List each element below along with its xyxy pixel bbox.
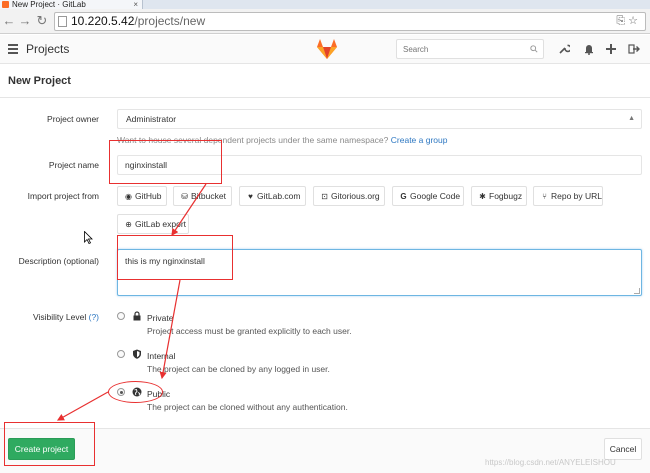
- import-source-label: GitLab.com: [257, 191, 301, 201]
- gitorious-icon: ⊡: [321, 192, 328, 201]
- name-label: Project name: [48, 160, 99, 170]
- page-title: New Project: [8, 75, 71, 87]
- visibility-label-group: Visibility Level (?): [33, 312, 99, 322]
- search-icon[interactable]: [530, 45, 538, 53]
- sign-out-icon[interactable]: [628, 43, 640, 55]
- create-group-link[interactable]: Create a group: [391, 135, 448, 145]
- gitlab-header: Projects: [0, 35, 650, 64]
- import-bitbucket-button[interactable]: ⛁ Bitbucket: [173, 186, 232, 206]
- owner-value: Administrator: [126, 114, 177, 124]
- annotation-box-description: [117, 235, 233, 280]
- plus-icon[interactable]: [605, 43, 617, 55]
- visibility-private-title: Private: [147, 313, 174, 323]
- gitlab-icon: ⊕: [125, 220, 132, 229]
- resize-handle[interactable]: [634, 288, 640, 294]
- import-gitorious-button[interactable]: ⊡ Gitorious.org: [313, 186, 385, 206]
- bitbucket-icon: ⛁: [181, 192, 188, 201]
- import-repo-url-button[interactable]: ⑂ Repo by URL: [533, 186, 603, 206]
- import-source-label: Repo by URL: [551, 191, 603, 201]
- url-path: /projects/new: [134, 14, 206, 28]
- import-source-label: GitHub: [135, 191, 162, 201]
- description-label: Description (optional): [18, 256, 99, 266]
- visibility-help-link[interactable]: (?): [89, 312, 99, 322]
- import-fogbugz-button[interactable]: ✱ Fogbugz: [471, 186, 527, 206]
- import-source-label: Bitbucket: [191, 191, 226, 201]
- bell-icon[interactable]: [583, 43, 595, 55]
- lock-icon: [133, 311, 141, 321]
- import-github-button[interactable]: ◉ GitHub: [117, 186, 167, 206]
- tab-title: New Project · GitLab: [12, 0, 86, 9]
- import-source-label: Google Code: [410, 191, 461, 201]
- visibility-internal-radio[interactable]: [117, 350, 125, 358]
- import-source-label: Fogbugz: [489, 191, 523, 201]
- visibility-private-desc: Project access must be granted explicitl…: [147, 326, 352, 336]
- import-googlecode-button[interactable]: G Google Code: [392, 186, 464, 206]
- divider: [0, 97, 650, 98]
- search-input[interactable]: [396, 39, 544, 59]
- watermark: https://blog.csdn.net/ANYELEISHOU: [485, 458, 616, 467]
- git-icon: ⑂: [542, 192, 547, 201]
- bug-icon: ✱: [479, 192, 486, 201]
- visibility-internal-title: Internal: [147, 351, 176, 361]
- heart-icon: ♥: [248, 192, 253, 201]
- header-title: Projects: [26, 42, 70, 56]
- visibility-public-desc: The project can be cloned without any au…: [147, 402, 348, 412]
- import-source-label: Gitorious.org: [331, 191, 380, 201]
- url-bar-icons[interactable]: ⎘☆: [616, 13, 641, 30]
- gitlab-logo-icon[interactable]: [315, 38, 339, 60]
- browser-tabstrip: New Project · GitLab ×: [0, 0, 650, 9]
- arrow-public-to-create: [56, 391, 109, 421]
- wrench-icon[interactable]: [558, 43, 570, 55]
- page-icon: [58, 16, 67, 27]
- visibility-private-radio[interactable]: [117, 312, 125, 320]
- browser-tab[interactable]: New Project · GitLab ×: [0, 0, 143, 9]
- mouse-cursor-icon: [84, 231, 93, 244]
- import-source-label: GitLab export: [135, 219, 187, 229]
- visibility-internal-desc: The project can be cloned by any logged …: [147, 364, 330, 374]
- annotation-box-create: [4, 422, 95, 466]
- github-icon: ◉: [125, 192, 132, 201]
- url-host: 10.220.5.42: [71, 14, 135, 28]
- address-bar[interactable]: 10.220.5.42/projects/new ⎘☆: [54, 12, 646, 31]
- import-label: Import project from: [27, 191, 99, 201]
- reload-icon[interactable]: ↻: [35, 13, 49, 29]
- browser-toolbar: ← → ↻ 10.220.5.42/projects/new ⎘☆: [0, 9, 650, 34]
- import-gitlabcom-button[interactable]: ♥ GitLab.com: [239, 186, 306, 206]
- import-gitlab-export-button[interactable]: ⊕ GitLab export: [117, 214, 189, 234]
- hamburger-menu-icon[interactable]: [8, 44, 18, 54]
- owner-label: Project owner: [47, 114, 99, 124]
- tab-close-icon[interactable]: ×: [133, 0, 138, 9]
- owner-select[interactable]: Administrator ▲: [117, 109, 642, 129]
- visibility-label: Visibility Level: [33, 312, 87, 322]
- shield-icon: [133, 349, 141, 359]
- google-icon: G: [400, 192, 407, 201]
- annotation-ellipse-public: [108, 381, 163, 403]
- back-arrow-icon[interactable]: ←: [2, 13, 16, 29]
- gitlab-favicon-icon: [2, 1, 9, 8]
- forward-arrow-icon[interactable]: →: [18, 13, 32, 29]
- annotation-box-project-name: [109, 140, 222, 184]
- cancel-button[interactable]: Cancel: [604, 438, 642, 460]
- chevron-down-icon: ▲: [628, 115, 635, 122]
